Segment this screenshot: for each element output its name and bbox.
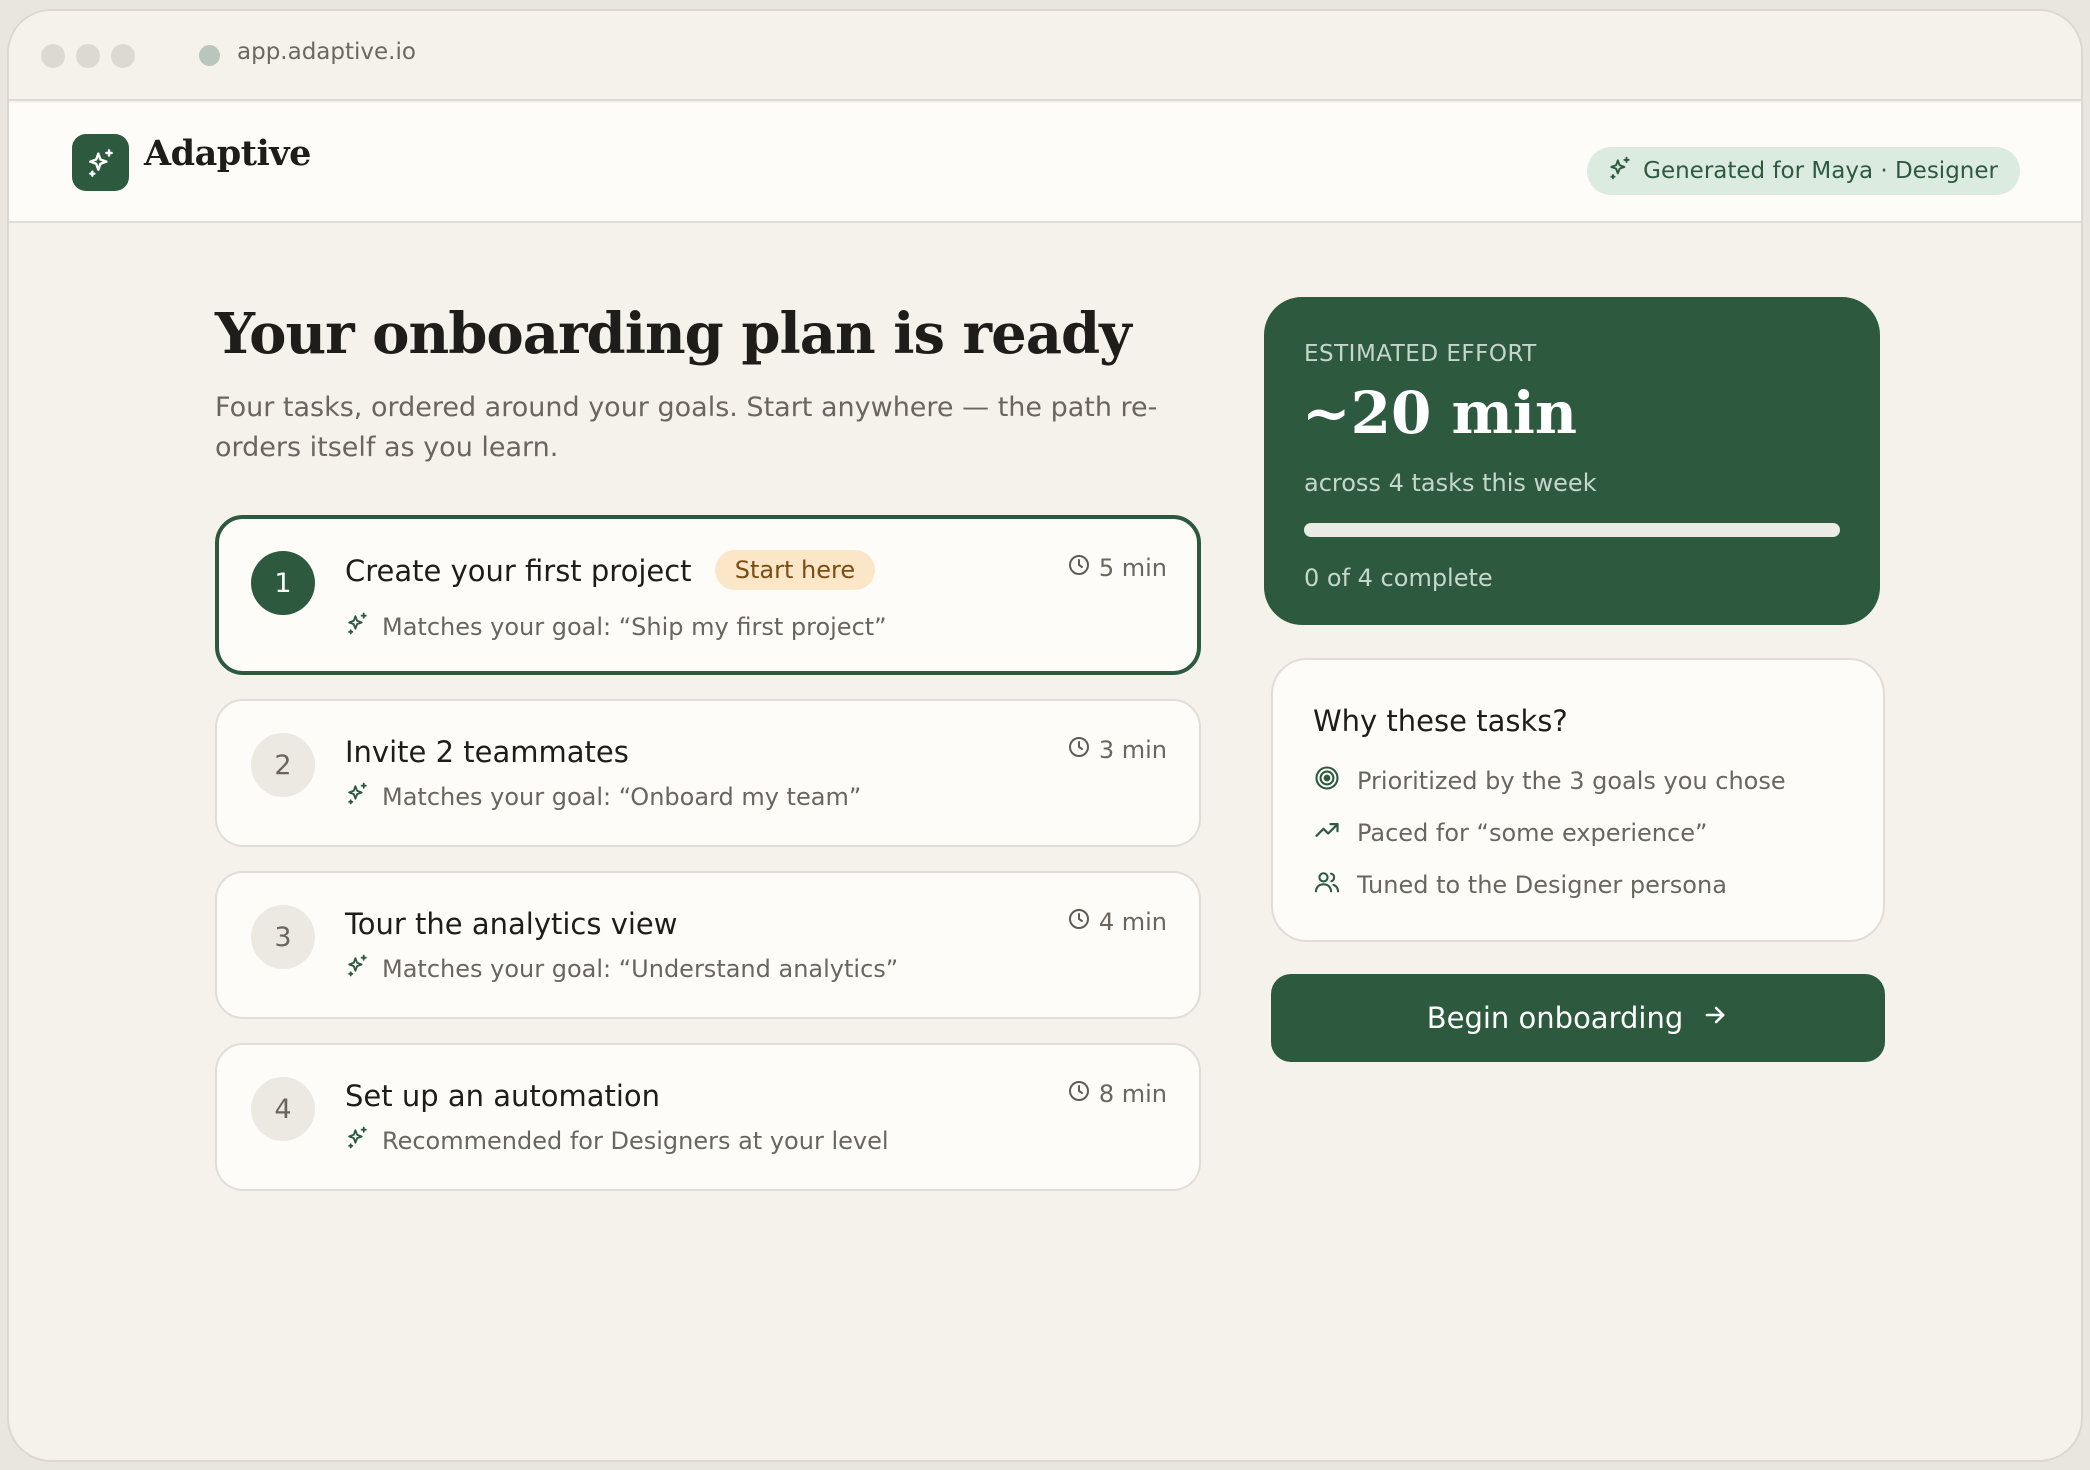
task-duration-text: 4 min: [1098, 908, 1167, 936]
task-reason-text: Matches your goal: “Understand analytics…: [382, 954, 899, 983]
window-minimize-dot[interactable]: [76, 44, 100, 68]
why-item-pace: Paced for “some experience”: [1313, 816, 1707, 850]
task-title: Create your first project Start here: [345, 550, 876, 593]
task-reason-text: Matches your goal: “Ship my first projec…: [382, 612, 887, 641]
brand-name: Adaptive: [144, 133, 311, 174]
task-reason: Recommended for Designers at your level: [345, 1125, 889, 1156]
task-duration: 5 min: [1067, 553, 1167, 583]
window-close-dot[interactable]: [41, 44, 65, 68]
task-card-4[interactable]: 4 Set up an automation Recommended for D…: [215, 1043, 1201, 1191]
clock-icon: [1067, 907, 1091, 937]
sparkle-icon: [345, 611, 370, 642]
begin-onboarding-button[interactable]: Begin onboarding: [1271, 974, 1885, 1062]
task-duration: 4 min: [1067, 907, 1167, 937]
task-duration-text: 3 min: [1098, 736, 1167, 764]
sparkle-icon: [1607, 155, 1633, 187]
task-duration-text: 8 min: [1098, 1080, 1167, 1108]
effort-label: ESTIMATED EFFORT: [1304, 341, 1537, 367]
window-maximize-dot[interactable]: [111, 44, 135, 68]
generated-for-label: Generated for Maya · Designer: [1643, 158, 1998, 184]
arrow-right-icon: [1701, 1001, 1729, 1036]
task-reason: Matches your goal: “Onboard my team”: [345, 781, 861, 812]
task-duration: 3 min: [1067, 735, 1167, 765]
progress-bar: [1304, 523, 1840, 537]
page-subtitle: Four tasks, ordered around your goals. S…: [215, 392, 1158, 463]
task-title: Set up an automation: [345, 1079, 661, 1113]
task-card-2[interactable]: 2 Invite 2 teammates Matches your goal: …: [215, 699, 1201, 847]
main-content: Your onboarding plan is ready Four tasks…: [9, 225, 2081, 1460]
trending-up-icon: [1313, 816, 1341, 850]
begin-onboarding-label: Begin onboarding: [1426, 1001, 1684, 1035]
page-title: Your onboarding plan is ready: [215, 301, 1132, 367]
target-icon: [1313, 764, 1341, 798]
sparkle-logo-icon[interactable]: [72, 134, 129, 191]
task-reason-text: Recommended for Designers at your level: [382, 1126, 889, 1155]
task-title: Invite 2 teammates: [345, 735, 629, 769]
start-here-badge: Start here: [714, 550, 876, 590]
task-number: 2: [251, 733, 315, 797]
why-item-text: Paced for “some experience”: [1357, 819, 1708, 847]
effort-subtext: across 4 tasks this week: [1304, 469, 1597, 497]
clock-icon: [1067, 553, 1091, 583]
task-title-text: Create your first project: [345, 554, 692, 588]
task-reason: Matches your goal: “Ship my first projec…: [345, 611, 887, 642]
clock-icon: [1067, 1079, 1091, 1109]
why-item-text: Prioritized by the 3 goals you chose: [1357, 767, 1786, 795]
why-these-tasks-card: Why these tasks? Prioritized by the 3 go…: [1271, 658, 1885, 942]
task-reason-text: Matches your goal: “Onboard my team”: [382, 782, 862, 811]
task-duration-text: 5 min: [1098, 554, 1167, 582]
sparkle-icon: [345, 953, 370, 984]
generated-for-pill: Generated for Maya · Designer: [1587, 147, 2020, 195]
estimated-effort-card: ESTIMATED EFFORT ~20 min across 4 tasks …: [1264, 297, 1880, 625]
users-icon: [1313, 868, 1341, 902]
clock-icon: [1067, 735, 1091, 765]
task-number: 1: [251, 551, 315, 615]
task-duration: 8 min: [1067, 1079, 1167, 1109]
sparkle-icon: [345, 781, 370, 812]
task-title: Tour the analytics view: [345, 907, 678, 941]
app-header: Adaptive Generated for Maya · Designer: [9, 103, 2081, 223]
progress-count: 0 of 4 complete: [1304, 564, 1493, 592]
why-title: Why these tasks?: [1313, 704, 1568, 738]
task-number: 4: [251, 1077, 315, 1141]
address-bar-url[interactable]: app.adaptive.io: [237, 39, 416, 65]
why-item-text: Tuned to the Designer persona: [1357, 871, 1727, 899]
browser-window: app.adaptive.io Adaptive Generated for M…: [7, 9, 2083, 1462]
task-card-1[interactable]: 1 Create your first project Start here M…: [215, 515, 1201, 675]
effort-value: ~20 min: [1302, 379, 1578, 447]
why-item-persona: Tuned to the Designer persona: [1313, 868, 1727, 902]
browser-chrome: app.adaptive.io: [9, 11, 2081, 101]
task-card-3[interactable]: 3 Tour the analytics view Matches your g…: [215, 871, 1201, 1019]
sparkle-icon: [345, 1125, 370, 1156]
site-status-icon: [199, 45, 220, 66]
why-item-goals: Prioritized by the 3 goals you chose: [1313, 764, 1786, 798]
task-reason: Matches your goal: “Understand analytics…: [345, 953, 898, 984]
task-number: 3: [251, 905, 315, 969]
